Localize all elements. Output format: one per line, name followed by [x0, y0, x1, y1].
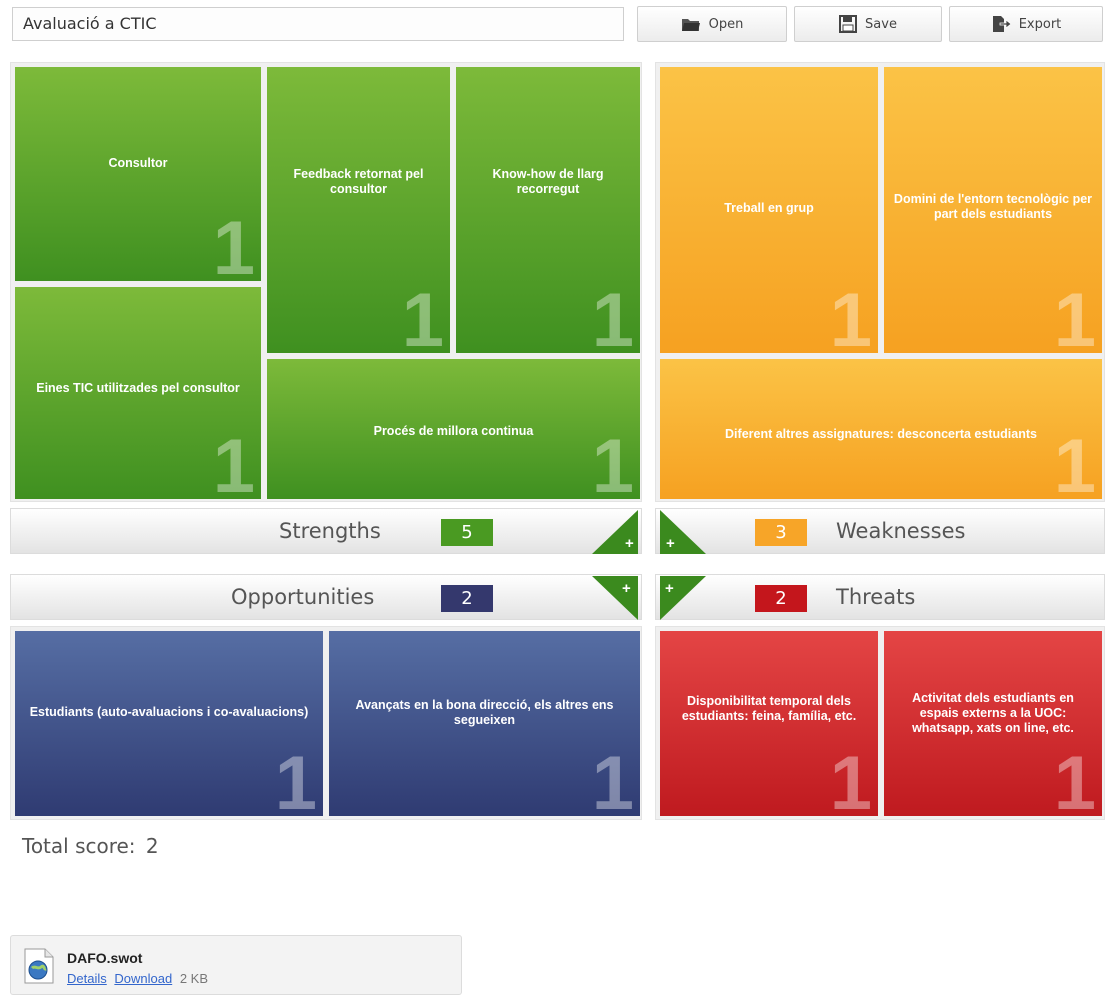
- tile-score: 1: [1053, 741, 1096, 817]
- open-button-label: Open: [708, 16, 744, 32]
- strengths-header: Strengths 5: [10, 508, 642, 554]
- strength-tile[interactable]: Consultor 1: [15, 67, 261, 281]
- strength-tile[interactable]: Know-how de llarg recorregut 1: [456, 67, 640, 353]
- threat-tile[interactable]: Activitat dels estudiants en espais exte…: [884, 631, 1102, 816]
- strength-tile[interactable]: Eines TIC utilitzades pel consultor 1: [15, 287, 261, 499]
- download-link[interactable]: Download: [114, 971, 172, 986]
- add-threat-label: +: [665, 580, 674, 597]
- tile-label: Domini de l'entorn tecnològic per part d…: [893, 192, 1093, 221]
- weakness-tile[interactable]: Domini de l'entorn tecnològic per part d…: [884, 67, 1102, 353]
- weaknesses-header: 3 Weaknesses: [655, 508, 1105, 554]
- add-strength-button[interactable]: +: [592, 510, 638, 559]
- add-weakness-label: +: [666, 535, 675, 552]
- tile-score: 1: [212, 424, 255, 500]
- add-opportunity-label: +: [622, 580, 631, 597]
- weakness-tile[interactable]: Diferent altres assignatures: desconcert…: [660, 359, 1102, 499]
- threats-title: Threats: [836, 585, 916, 609]
- attachment-size: 2 KB: [179, 971, 209, 986]
- tile-label: Procés de millora continua: [373, 423, 534, 438]
- tile-score: 1: [591, 424, 634, 500]
- tile-label: Know-how de llarg recorregut: [492, 167, 604, 196]
- attachment-links: Details Download 2 KB: [67, 971, 208, 986]
- weaknesses-title: Weaknesses: [836, 519, 966, 543]
- add-opportunity-button[interactable]: +: [592, 576, 638, 625]
- swot-title-input[interactable]: Avaluació a CTIC: [12, 7, 624, 41]
- strengths-count-badge: 5: [441, 519, 493, 546]
- floppy-disk-icon: [839, 15, 858, 33]
- total-score-label: Total score:: [22, 834, 136, 858]
- total-score-value: 2: [145, 834, 159, 858]
- add-threat-button[interactable]: +: [660, 576, 706, 625]
- attachment-box: DAFO.swot Details Download 2 KB: [10, 935, 462, 995]
- details-link[interactable]: Details: [67, 971, 107, 986]
- opportunities-header: Opportunities 2: [10, 574, 642, 620]
- export-button[interactable]: Export: [949, 6, 1103, 42]
- total-score: Total score: 2: [18, 834, 159, 858]
- tile-label: Feedback retornat pel consultor: [293, 167, 424, 196]
- threats-count-badge: 2: [755, 585, 807, 612]
- add-weakness-button[interactable]: +: [660, 510, 706, 559]
- tile-label: Disponibilitat temporal dels estudiants:…: [681, 693, 857, 723]
- add-strength-label: +: [625, 535, 634, 552]
- tile-score: 1: [212, 206, 255, 282]
- opportunity-tile[interactable]: Avançats en la bona direcció, els altres…: [329, 631, 640, 816]
- save-button[interactable]: Save: [794, 6, 942, 42]
- export-button-label: Export: [1018, 16, 1062, 32]
- tile-label: Treball en grup: [724, 200, 814, 215]
- tile-label: Diferent altres assignatures: desconcert…: [725, 426, 1037, 441]
- tile-label: Eines TIC utilitzades pel consultor: [36, 380, 240, 395]
- tile-label: Activitat dels estudiants en espais exte…: [912, 691, 1074, 735]
- tile-score: 1: [1053, 278, 1096, 354]
- tile-score: 1: [829, 278, 872, 354]
- opportunity-tile[interactable]: Estudiants (auto-avaluacions i co-avalua…: [15, 631, 323, 816]
- tile-label: Estudiants (auto-avaluacions i co-avalua…: [29, 705, 309, 719]
- export-icon: [991, 15, 1011, 33]
- save-button-label: Save: [865, 16, 897, 32]
- tile-score: 1: [829, 741, 872, 817]
- threat-tile[interactable]: Disponibilitat temporal dels estudiants:…: [660, 631, 878, 816]
- tile-label: Consultor: [108, 155, 168, 170]
- strengths-title: Strengths: [279, 519, 381, 543]
- opportunities-title: Opportunities: [231, 585, 375, 609]
- tile-score: 1: [591, 741, 634, 817]
- strength-tile[interactable]: Feedback retornat pel consultor 1: [267, 67, 450, 353]
- globe-file-icon: [23, 948, 55, 989]
- tile-label: Avançats en la bona direcció, els altres…: [355, 697, 614, 727]
- open-button[interactable]: Open: [637, 6, 787, 42]
- tile-score: 1: [274, 741, 317, 817]
- opportunities-count-badge: 2: [441, 585, 493, 612]
- weakness-tile[interactable]: Treball en grup 1: [660, 67, 878, 353]
- attachment-filename: DAFO.swot: [67, 950, 143, 966]
- threats-header: 2 Threats: [655, 574, 1105, 620]
- tile-score: 1: [1053, 424, 1096, 500]
- tile-score: 1: [591, 278, 634, 354]
- tile-score: 1: [401, 278, 444, 354]
- weaknesses-count-badge: 3: [755, 519, 807, 546]
- folder-icon: [681, 16, 701, 32]
- strength-tile[interactable]: Procés de millora continua 1: [267, 359, 640, 499]
